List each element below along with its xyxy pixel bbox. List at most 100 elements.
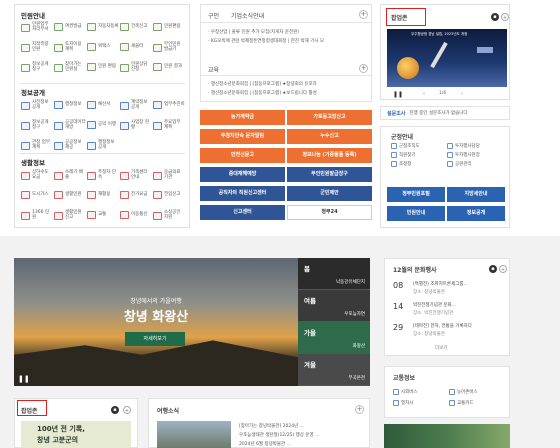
section2_items-item[interactable]: 업무추진비 xyxy=(153,101,185,109)
traffic-link[interactable]: 시외버스 xyxy=(393,389,418,395)
grid-icon[interactable]: ▪ xyxy=(491,13,499,21)
section3_items-item[interactable]: 가족센터 안내 xyxy=(120,170,152,181)
section1_items-item[interactable]: 무인민원 발급기 xyxy=(153,42,185,53)
travel-line-1[interactable]: [찾아가는 창녕박물관] 2024년 ... xyxy=(239,423,367,429)
section3_items-item[interactable]: 도시가스 xyxy=(21,191,53,199)
section1_items-item[interactable]: 세올터 xyxy=(120,43,152,51)
service-link[interactable]: 투자행사담당 xyxy=(447,143,480,149)
section3_items-item[interactable]: 소상공인 지원 xyxy=(153,210,185,221)
traffic-link[interactable]: 교통카드 xyxy=(449,400,474,406)
bottom-pause-icon[interactable]: ▪ xyxy=(111,406,119,414)
section2_items-item[interactable]: 주요업무 계획 xyxy=(153,120,185,131)
section2_items-item[interactable]: 사전정보 공개 xyxy=(21,100,53,111)
section1_items-item[interactable]: 자동차등록 xyxy=(87,23,119,31)
event-item[interactable]: 14 박진전쟁기념관 문화... 장소: 박진전쟁기념관 xyxy=(391,300,505,320)
quick-button[interactable]: 가로등고장신고 xyxy=(287,110,372,125)
quick-button[interactable]: 정부24 xyxy=(287,205,372,220)
service-button[interactable]: 민원안내 xyxy=(387,206,445,221)
service-link[interactable]: 조정청 xyxy=(391,161,411,167)
section2_items-item[interactable]: 예산서 xyxy=(87,101,119,109)
section1_items-item[interactable]: 민원업무 처리부서 xyxy=(21,22,53,33)
bottom-banner[interactable]: 100년 전 기록, 창녕 고분군의 xyxy=(21,421,131,448)
events-plus-icon[interactable]: + xyxy=(499,265,507,273)
section3_items-item[interactable]: 응급의료 기관 xyxy=(153,170,185,181)
section2_items-item[interactable]: 공공정보 제공 xyxy=(54,140,86,151)
event-item[interactable]: 29 [테마전] 한자, 전통을 기록하다 장소: 창녕박물관 xyxy=(391,321,505,341)
section3_items-item[interactable]: 생활민원 xyxy=(54,191,86,199)
quick-button[interactable]: 군민제안 xyxy=(287,186,372,201)
section1_items-item[interactable]: 민원상담 신청 xyxy=(120,62,152,73)
section3_items-item[interactable]: 1366 민원 xyxy=(21,210,53,221)
quick-button[interactable]: 주정차단속 문자알림 xyxy=(200,129,285,144)
edu-title[interactable]: 교육 xyxy=(208,65,219,74)
more-plus-icon[interactable]: + xyxy=(359,10,368,19)
hero-pause-icon[interactable]: ❚❚ xyxy=(18,375,30,383)
service-button[interactable]: 정부민원포털 xyxy=(387,187,445,202)
edu-line-2[interactable]: · 쟁선청소년문화회집 | [참동프로그램] ★보드립니다 활성 xyxy=(208,90,366,96)
events-more-link[interactable]: 더보기 xyxy=(435,345,447,351)
section3_items-item[interactable]: 재활용 xyxy=(87,191,119,199)
service-link[interactable]: 직원찾기 xyxy=(391,152,416,158)
more-icon[interactable]: + xyxy=(501,13,509,21)
section1_items-item[interactable]: 여권발급 xyxy=(54,23,86,31)
service-button[interactable]: 지방세안내 xyxy=(447,187,505,202)
section2_items-item[interactable]: 행정정보 xyxy=(54,101,86,109)
section1_items-item[interactable]: 지적측량 민원 xyxy=(21,42,53,53)
section2_items-item[interactable]: 사업장 현황 xyxy=(120,120,152,131)
section3_items-item[interactable]: 교통 xyxy=(87,211,119,219)
section3_items-item[interactable]: 생활민원 신고 xyxy=(54,210,86,221)
service-link[interactable]: 군청조직도 xyxy=(391,143,420,149)
quick-button[interactable]: 중대재해예방 xyxy=(200,167,285,182)
section3_items-item[interactable]: 전입신고 xyxy=(153,191,185,199)
section1_items-item[interactable]: 찾아가는 민원실 xyxy=(54,62,86,73)
section3_items-item[interactable]: 상하수도 요금 xyxy=(21,170,53,181)
section2_items-item[interactable]: 관청 업무계획 xyxy=(21,140,53,151)
tab-company-news[interactable]: 기업소식안내 xyxy=(231,11,264,20)
season-tab[interactable]: 겨울 부곡온천 xyxy=(298,354,370,386)
section1_items-item[interactable]: 민원 결과 xyxy=(153,63,185,71)
event-item[interactable]: 08 (특별전) 조파지트론세그룹... 장소: 창녕박물관 xyxy=(391,279,505,299)
edu-line-1[interactable]: · 쟁선청소년문화회집 | [참동프로그램] ★창녕회의 유포자 xyxy=(208,81,366,87)
section2_items-item[interactable]: 공약 이행 xyxy=(87,121,119,129)
quick-button[interactable]: 신고센터 xyxy=(200,205,285,220)
hero-detail-button[interactable]: 자세히보기 xyxy=(125,332,185,346)
section3_items-item[interactable]: 주정차 단속 xyxy=(87,170,119,181)
section1_items-item[interactable]: 토지이용 계획 xyxy=(54,42,86,53)
hero-banner[interactable]: 창녕에서의 가을여행 창녕 화왕산 자세히보기 ❚❚ xyxy=(14,258,298,386)
traffic-link[interactable]: 열차시 xyxy=(393,400,413,406)
section3_items-item[interactable]: 전기요금 xyxy=(120,191,152,199)
section2_items-item[interactable]: 행정정보 공개 xyxy=(87,140,119,151)
travel-plus-icon[interactable]: + xyxy=(355,405,364,414)
events-pause-icon[interactable]: ▪ xyxy=(489,265,497,273)
season-tab[interactable]: 여름 우포늪자연 xyxy=(298,290,370,322)
bottom-plus-icon[interactable]: + xyxy=(123,406,131,414)
section1_items-item[interactable]: 건축신고 xyxy=(120,23,152,31)
section2_items-item[interactable]: 정보공개 청구 xyxy=(21,120,53,131)
section1_items-item[interactable]: 정보공개 청구 xyxy=(21,62,53,73)
bottom-right-banner[interactable] xyxy=(384,424,510,448)
season-tab[interactable]: 가을 화왕산 xyxy=(298,322,370,354)
notice-line-2[interactable]: · KG모빅에 관련 박제정돈연정청생대회정 | 한진 박해 기사 모 xyxy=(208,38,366,44)
pause-icon[interactable]: ❚❚ xyxy=(393,91,403,98)
tab-recruit[interactable]: 구인 xyxy=(208,11,219,20)
prev-icon[interactable]: ‹ xyxy=(423,91,425,97)
section1_items-item[interactable]: 민원 편람 xyxy=(87,63,119,71)
next-icon[interactable]: › xyxy=(461,91,463,97)
popup-banner[interactable]: 우주항공청 경남 설립, 2023년도 개청 xyxy=(387,29,507,87)
section3_items-item[interactable]: 이동통신 xyxy=(120,211,152,219)
quick-button[interactable]: 농가계약금 xyxy=(200,110,285,125)
quick-button[interactable]: 안전신문고 xyxy=(200,148,285,163)
quick-button[interactable]: 누수신고 xyxy=(287,129,372,144)
quick-button[interactable]: 정보나눔 (기증물품 등록) xyxy=(287,148,372,163)
edu-plus-icon[interactable]: + xyxy=(359,64,368,73)
section1_items-item[interactable]: 위택스 xyxy=(87,43,119,51)
section2_items-item[interactable]: 공공데이터 개방 xyxy=(54,120,86,131)
notice-line-1[interactable]: · 우창산업 | 물류 인원 추가 모집(지게차 운전원) xyxy=(208,29,366,35)
travel-line-3[interactable]: 2024년 6월 창녕박물관 ... xyxy=(239,441,367,447)
service-link[interactable]: 투자행사현장 xyxy=(447,152,480,158)
travel-thumb[interactable] xyxy=(157,421,231,448)
service-button[interactable]: 정보공개 xyxy=(447,206,505,221)
section1_items-item[interactable]: 민원편람 xyxy=(153,23,185,31)
traffic-link[interactable]: 농어촌버스 xyxy=(449,389,478,395)
survey-link[interactable]: 설문조사 xyxy=(387,110,405,117)
